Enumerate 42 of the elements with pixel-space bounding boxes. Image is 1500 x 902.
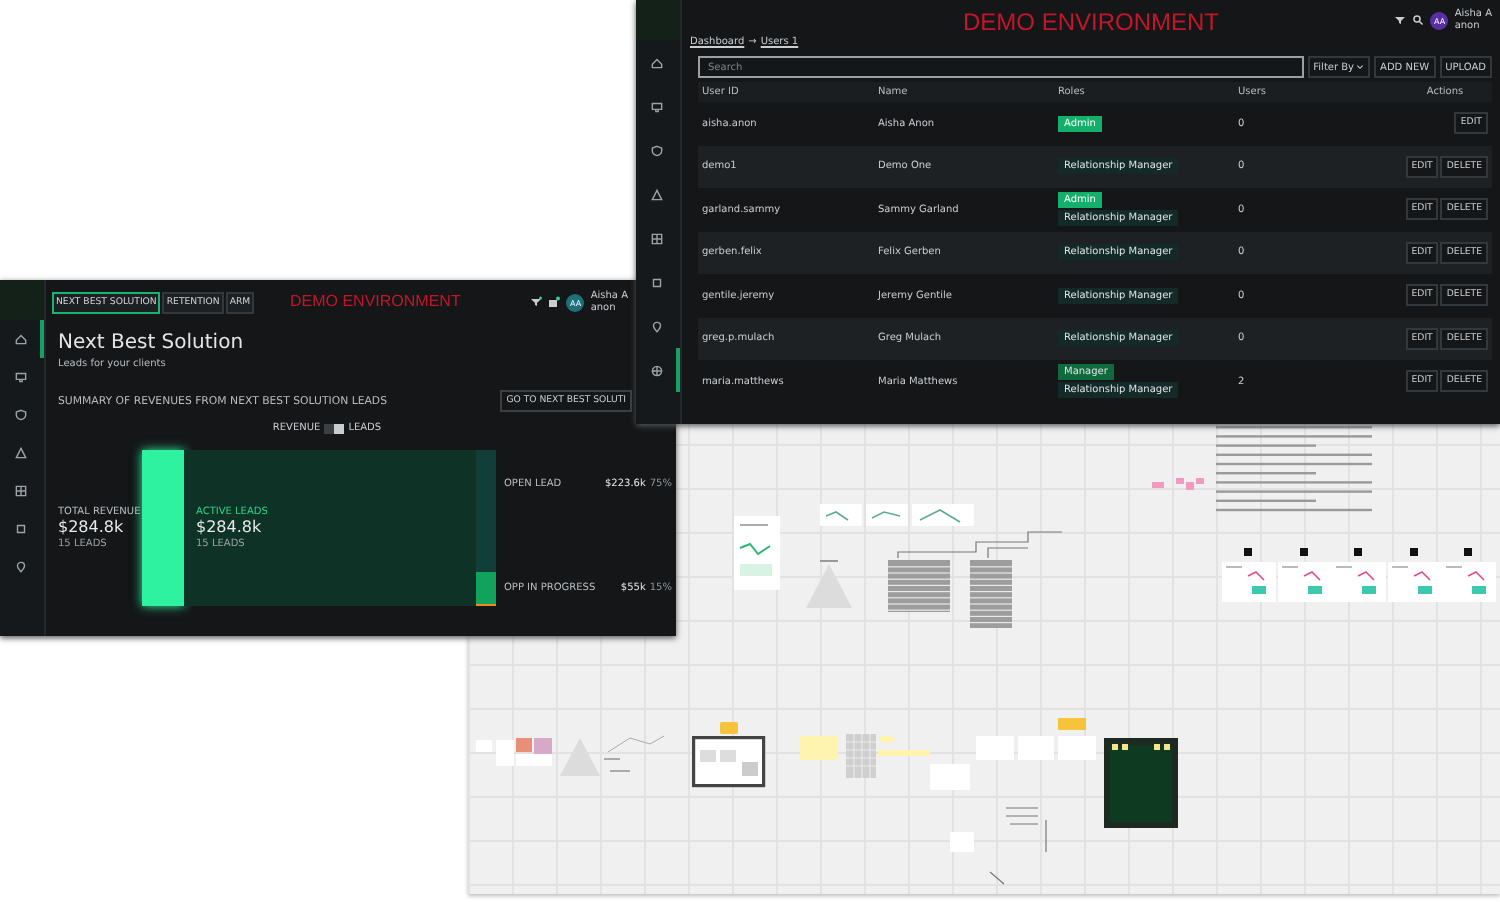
search-icon[interactable] [1412, 14, 1425, 26]
sticky-notes-drawing [1152, 476, 1204, 496]
environment-title: DEMO ENVIRONMENT [290, 292, 461, 310]
sticky-notes-drawing [800, 734, 930, 782]
stat-value: $284.8k [58, 518, 126, 538]
square-icon [13, 522, 27, 536]
page-title: Next Best Solution [58, 332, 244, 356]
triangle-icon [649, 187, 663, 201]
image-thumbnails-drawing [476, 736, 552, 772]
home-icon [13, 332, 27, 346]
filter-icon[interactable] [1394, 14, 1407, 26]
grid-icon [649, 231, 663, 245]
stat-value: $284.8k [196, 518, 264, 538]
document-drawing [734, 516, 780, 590]
framed-page-drawing [692, 722, 766, 788]
dashboard-thumbnail-drawing [1277, 548, 1331, 602]
caret-icon [1356, 64, 1365, 70]
table-drawing [888, 560, 950, 612]
dashboard-thumbnail-drawing [1222, 548, 1276, 602]
pin-icon [649, 319, 663, 333]
filter-icon[interactable] [530, 296, 543, 308]
dark-board-drawing [1104, 738, 1178, 828]
dashboard-thumbnail-drawing [1442, 548, 1496, 602]
environment-title: DEMO ENVIRONMENT [963, 8, 1219, 36]
notification-icon[interactable] [548, 296, 561, 308]
table-drawing [970, 560, 1012, 628]
triangle-icon [13, 446, 27, 460]
globe-icon [649, 363, 663, 377]
grid-icon [13, 484, 27, 498]
pyramid-drawing [806, 560, 852, 608]
card-drawing [930, 764, 970, 790]
shield-icon [13, 408, 27, 422]
home-icon [649, 55, 663, 69]
monitor-icon [649, 99, 663, 113]
square-icon [649, 275, 663, 289]
dashboard-thumbnail-drawing [1332, 548, 1386, 602]
monitor-icon [13, 370, 27, 384]
shield-icon [649, 143, 663, 157]
toggle-switch[interactable] [324, 423, 345, 433]
dashboard-thumbnail-drawing [1387, 548, 1441, 602]
cards-drawing [976, 718, 1096, 762]
pin-icon [13, 560, 27, 574]
